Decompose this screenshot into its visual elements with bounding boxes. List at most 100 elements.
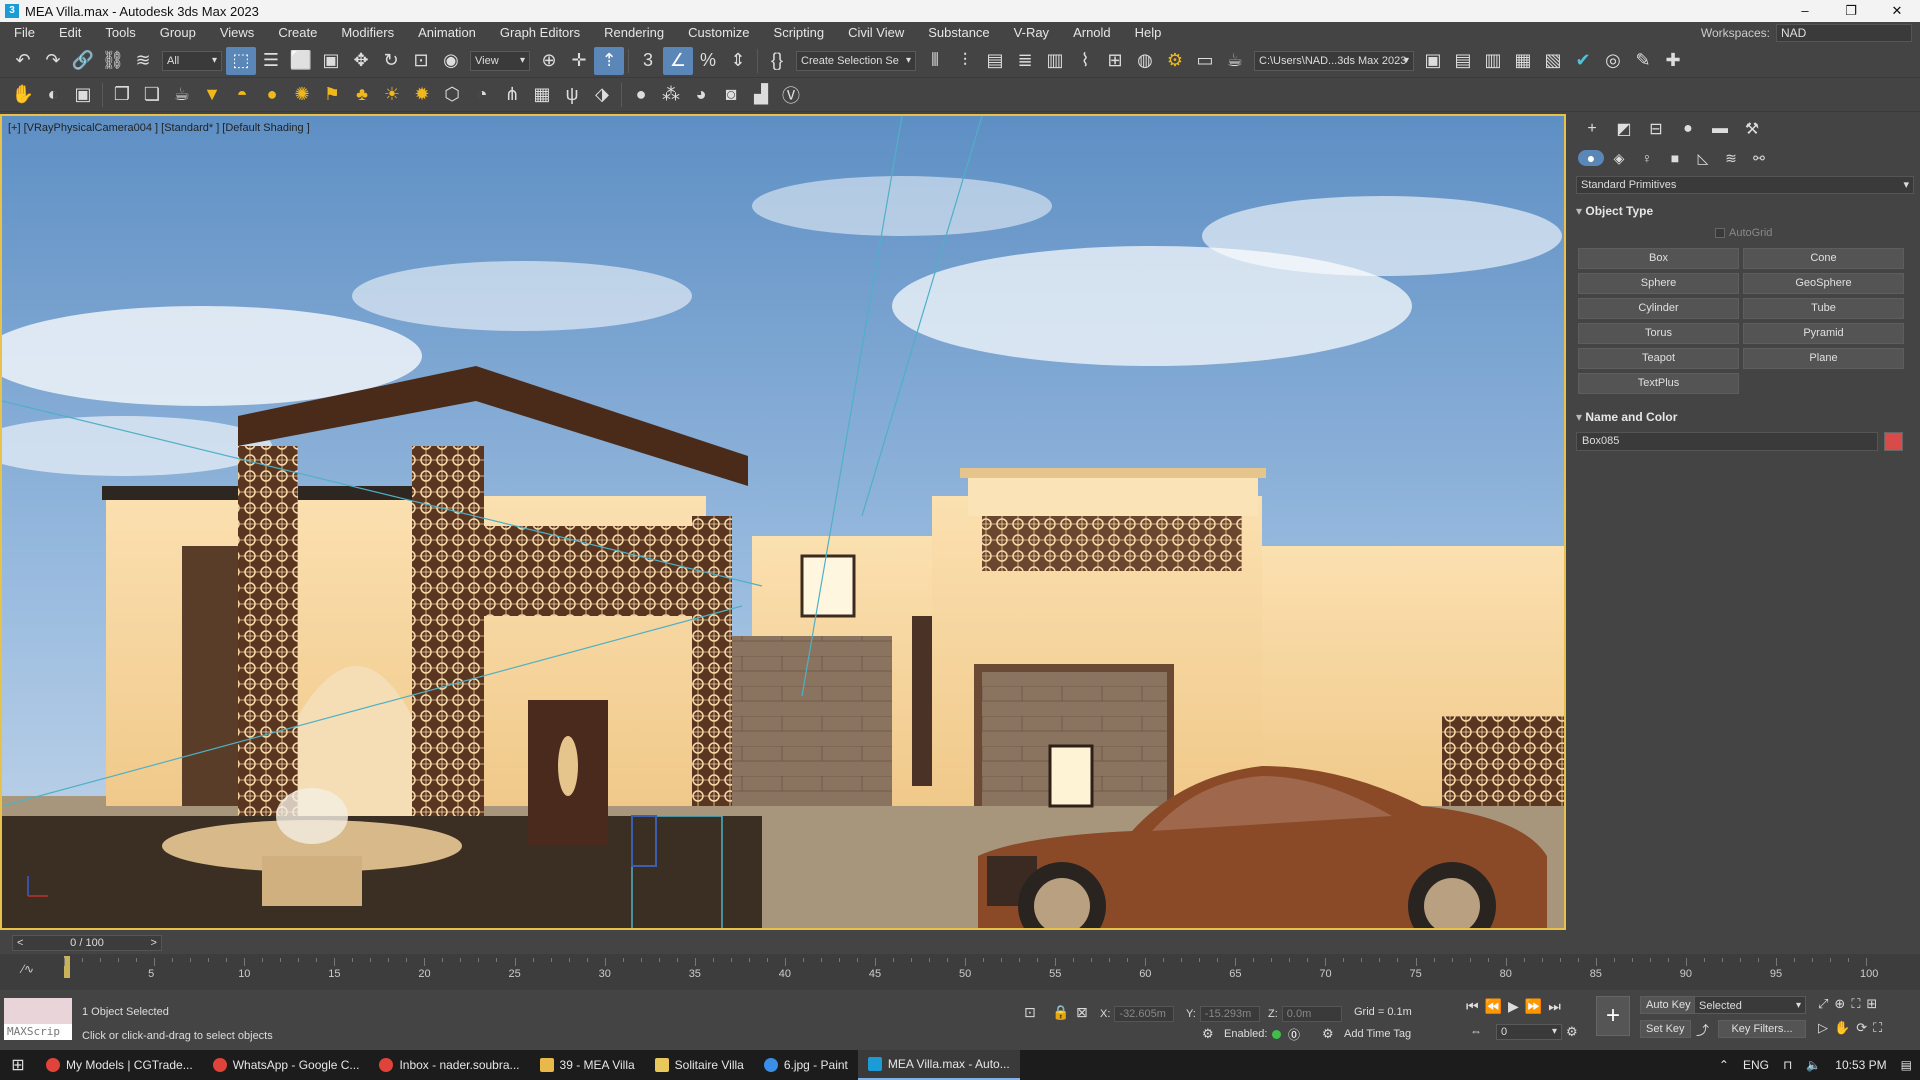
vray-ies-icon[interactable]: ✺	[287, 81, 317, 109]
menu-animation[interactable]: Animation	[406, 22, 488, 44]
pan-view-icon[interactable]: ✋	[1834, 1020, 1850, 1036]
modify-tab-icon[interactable]: ◩	[1610, 119, 1638, 139]
time-tag-icon[interactable]: ⚙	[1322, 1026, 1334, 1042]
motion-tab-icon[interactable]: ●	[1674, 120, 1702, 138]
time-slider[interactable]: < 0 / 100 >	[12, 935, 162, 951]
scale-icon[interactable]: ⊡	[406, 47, 436, 75]
play-icon[interactable]: ▶	[1508, 998, 1519, 1015]
brush-icon[interactable]: ✎	[1628, 47, 1658, 75]
field-of-view-icon[interactable]: ▷	[1818, 1020, 1828, 1036]
vray-dome-icon[interactable]: ◓	[227, 81, 257, 109]
key-selection-dropdown[interactable]: Selected	[1694, 996, 1806, 1015]
cylinder-button[interactable]: Cylinder	[1578, 298, 1739, 319]
vray-plane-icon[interactable]: ▦	[527, 81, 557, 109]
scene-render[interactable]	[2, 116, 1566, 930]
language-indicator[interactable]: ENG	[1743, 1058, 1769, 1072]
place-icon[interactable]: ◉	[436, 47, 466, 75]
link-icon[interactable]: 🔗	[68, 47, 98, 75]
teapot-icon[interactable]: ☕	[167, 81, 197, 109]
orbit-icon[interactable]: ◐	[38, 81, 68, 109]
named-selection-dropdown[interactable]: Create Selection Se	[796, 50, 916, 71]
taskbar-item-3dsmax[interactable]: MEA Villa.max - Auto...	[857, 1050, 1020, 1080]
prev-frame-icon[interactable]: <	[13, 937, 27, 949]
spinner-snap-icon[interactable]: ⇕	[723, 47, 753, 75]
autogrid-check-box[interactable]	[1715, 228, 1725, 238]
windows-start-icon[interactable]: ⊞	[0, 1050, 36, 1080]
copy-icon[interactable]: ❐	[107, 81, 137, 109]
zoom-icon[interactable]: ⤢	[1818, 996, 1828, 1012]
add-time-tag[interactable]: Add Time Tag	[1344, 1028, 1411, 1040]
vray-ambient-icon[interactable]: ✹	[407, 81, 437, 109]
enabled-counter-icon[interactable]: ⓪	[1288, 1026, 1300, 1043]
menu-group[interactable]: Group	[148, 22, 208, 44]
taskbar-item-mea-villa-folder[interactable]: 39 - MEA Villa	[530, 1050, 645, 1080]
zoom-extents-all-icon[interactable]: ⊞	[1866, 996, 1877, 1012]
edit-named-selection-icon[interactable]: {}	[762, 47, 792, 75]
menu-rendering[interactable]: Rendering	[592, 22, 676, 44]
box-button[interactable]: Box	[1578, 248, 1739, 269]
percent-snap-icon[interactable]: %	[693, 47, 723, 75]
material-editor-icon[interactable]: ◍	[1130, 47, 1160, 75]
name-and-color-rollout[interactable]: Name and Color	[1576, 408, 1914, 426]
menu-edit[interactable]: Edit	[47, 22, 93, 44]
isolate-selection-icon[interactable]: ⊡	[1024, 1004, 1036, 1021]
menu-file[interactable]: File	[0, 22, 47, 44]
geometry-icon[interactable]: ●	[1578, 150, 1604, 166]
zoom-all-icon[interactable]: ⊕	[1834, 996, 1845, 1012]
x-field[interactable]: -32.605m	[1114, 1006, 1175, 1022]
taskbar-item-inbox[interactable]: Inbox - nader.soubra...	[369, 1050, 529, 1080]
network-icon[interactable]: ⊓	[1783, 1058, 1792, 1072]
move-icon[interactable]: ✥	[346, 47, 376, 75]
asset-tracking-icon[interactable]: ▦	[1508, 47, 1538, 75]
clock[interactable]: 10:53 PM	[1835, 1058, 1886, 1072]
checkmark-icon[interactable]: ✔	[1568, 47, 1598, 75]
unlink-icon[interactable]: ⛓	[98, 47, 128, 75]
cone-button[interactable]: Cone	[1743, 248, 1904, 269]
create-tab-icon[interactable]: +	[1578, 120, 1606, 138]
paste-icon[interactable]: ❏	[137, 81, 167, 109]
menu-arnold[interactable]: Arnold	[1061, 22, 1123, 44]
vray-sun-icon[interactable]: ☀	[377, 81, 407, 109]
vray-fur-icon[interactable]: ⋔	[497, 81, 527, 109]
shapes-icon[interactable]: ◈	[1606, 150, 1632, 167]
hand-icon[interactable]: ✋	[8, 81, 38, 109]
render-setup-icon[interactable]: ⚙	[1160, 47, 1190, 75]
auto-key-button[interactable]: Auto Key	[1640, 996, 1697, 1014]
track-bar[interactable]: ⁄∿ 5 10 15 20 25 30 35 40 45 50 55 60 65 70 75 80 85 90 95…	[0, 954, 1920, 990]
vray-spot-icon[interactable]: ⚑	[317, 81, 347, 109]
object-color-swatch[interactable]	[1884, 432, 1903, 451]
vray-grass-icon[interactable]: ψ	[557, 81, 587, 109]
close-button[interactable]: ✕	[1874, 0, 1920, 22]
next-frame-icon[interactable]: >	[147, 937, 161, 949]
vray-sphere-light-icon[interactable]: ●	[257, 81, 287, 109]
align-icon[interactable]: ⫶	[950, 47, 980, 75]
window-crossing-icon[interactable]: ▣	[316, 47, 346, 75]
menu-vray[interactable]: V-Ray	[1002, 22, 1061, 44]
menu-scripting[interactable]: Scripting	[762, 22, 837, 44]
angle-snap-icon[interactable]: ∠	[663, 46, 693, 75]
vray-clipper-icon[interactable]: ⬗	[587, 81, 617, 109]
y-field[interactable]: -15.293m	[1199, 1006, 1260, 1022]
undo-icon[interactable]: ↶	[8, 47, 38, 75]
workspace-dropdown[interactable]: NAD	[1776, 24, 1912, 42]
save-icon[interactable]: ▤	[1448, 47, 1478, 75]
taskbar-item-cgtrader[interactable]: My Models | CGTrade...	[36, 1050, 203, 1080]
rect-selection-icon[interactable]: ⬜	[286, 47, 316, 75]
previous-frame-icon[interactable]: ⏪	[1485, 998, 1502, 1015]
render-elements-icon[interactable]: ◕	[686, 81, 716, 109]
menu-create[interactable]: Create	[266, 22, 329, 44]
teapot-button[interactable]: Teapot	[1578, 348, 1739, 369]
taskbar-item-whatsapp[interactable]: WhatsApp - Google C...	[203, 1050, 370, 1080]
maxscript-mini-listener[interactable]: MAXScrip	[4, 998, 72, 1040]
box-tool-icon[interactable]: ▣	[68, 81, 98, 109]
lights-icon[interactable]: ♀	[1634, 150, 1660, 166]
textplus-button[interactable]: TextPlus	[1578, 373, 1739, 394]
volume-icon[interactable]: 🔈	[1806, 1058, 1821, 1072]
go-to-end-icon[interactable]: ⏭	[1548, 998, 1561, 1015]
material-ball-icon[interactable]: ●	[626, 81, 656, 109]
key-mode-toggle-icon[interactable]: ⇔	[1470, 1024, 1482, 1038]
space-warps-icon[interactable]: ≋	[1718, 150, 1744, 167]
default-in-out-tangent-icon[interactable]: ⤴	[1696, 1020, 1709, 1039]
mirror-icon[interactable]: ⫴	[920, 47, 950, 75]
z-field[interactable]: 0.0m	[1281, 1006, 1342, 1022]
